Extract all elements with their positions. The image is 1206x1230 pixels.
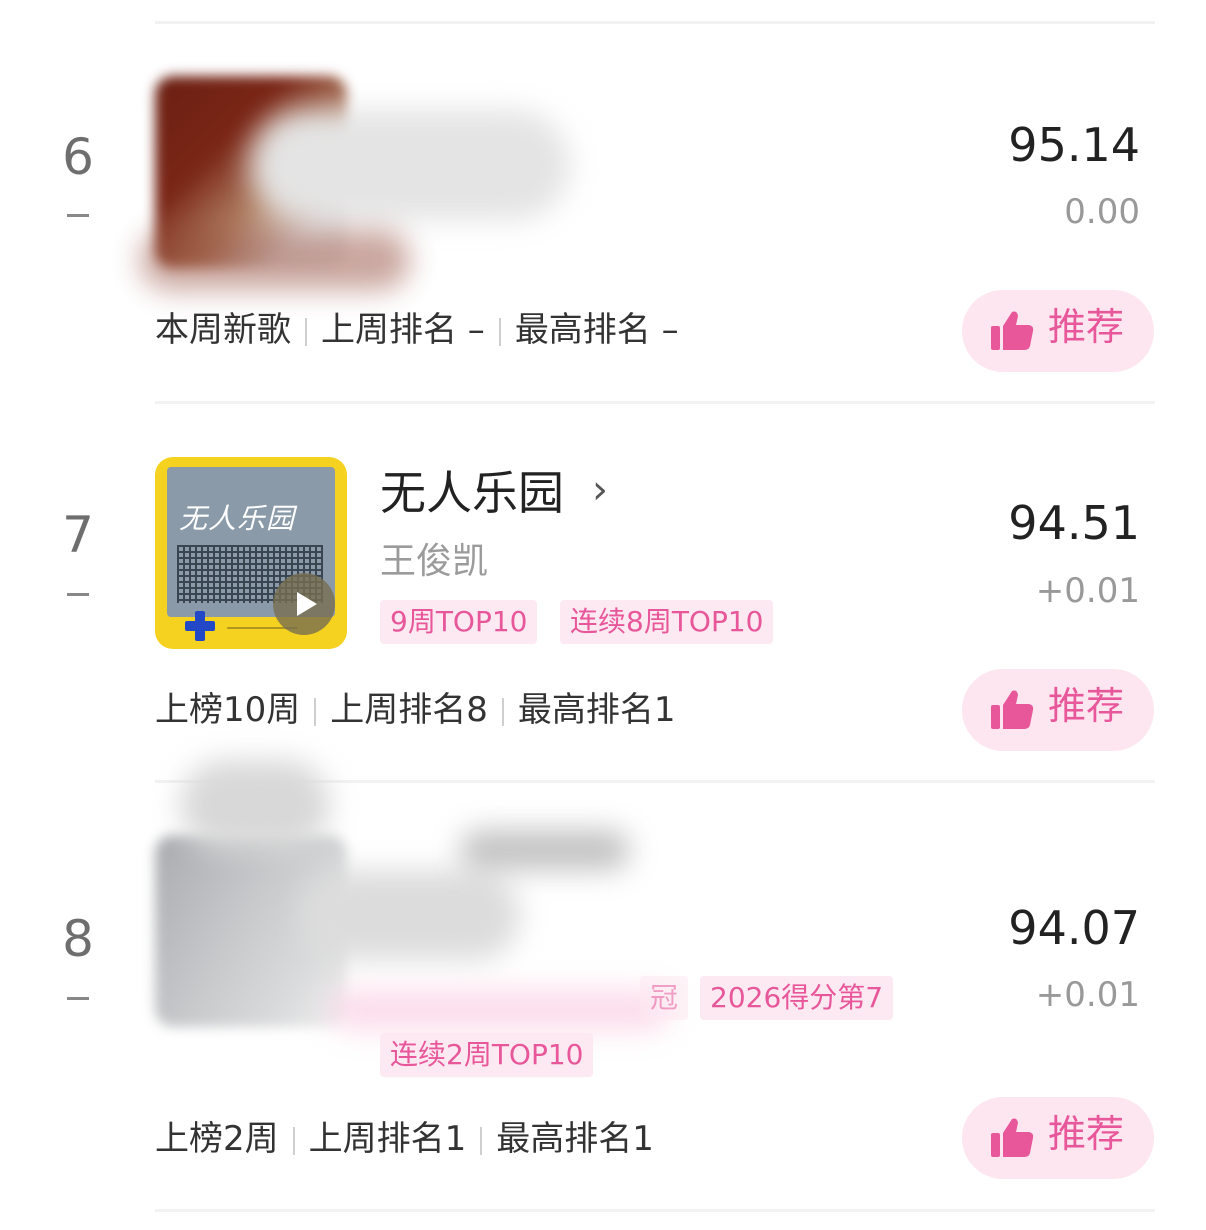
meta-peak: 最高排名1 (517, 690, 676, 730)
achievement-tag: 冠 (640, 976, 689, 1020)
score-delta: +0.01 (1035, 975, 1140, 1015)
meta-last-week: 上周排名1 (308, 1119, 467, 1159)
meta-separator (498, 317, 501, 346)
divider (155, 401, 1155, 404)
meta-separator (501, 697, 504, 726)
artist-name[interactable]: 王俊凯 (380, 544, 488, 580)
meta-weeks: 上榜2周 (155, 1119, 279, 1159)
meta-last-week: 上周排名 – (321, 310, 485, 350)
recommend-button[interactable]: 推荐 (962, 669, 1154, 751)
blur-smear (180, 760, 330, 850)
thumbs-up-icon (991, 1118, 1034, 1157)
chevron-right-icon[interactable]: › (592, 470, 608, 510)
meta-separator (305, 317, 307, 346)
meta-separator (480, 1126, 483, 1155)
play-icon[interactable] (273, 573, 335, 635)
rank-trend-flat-icon (67, 593, 89, 596)
recommend-label: 推荐 (1048, 1112, 1125, 1156)
meta-peak: 最高排名 – (514, 310, 679, 350)
meta-peak: 最高排名1 (496, 1119, 654, 1159)
rank-trend-flat-icon (67, 997, 89, 1000)
meta-separator (292, 1126, 295, 1155)
dpad-icon (185, 611, 215, 641)
divider (155, 21, 1155, 24)
album-cover[interactable]: 无人乐园 (155, 457, 347, 649)
thumbs-up-icon (991, 311, 1034, 350)
rank-trend-flat-icon (67, 214, 89, 217)
row-meta: 本周新歌 上周排名 – 最高排名 – (155, 313, 679, 347)
thumbs-up-icon (991, 690, 1034, 729)
meta-last-week: 上周排名8 (330, 690, 488, 730)
blur-smear (460, 830, 630, 870)
rank-number: 6 (62, 128, 94, 186)
achievement-tag: 2026得分第7 (700, 976, 894, 1020)
recommend-label: 推荐 (1048, 684, 1125, 728)
recommend-label: 推荐 (1048, 305, 1125, 349)
score-value: 95.14 (1008, 118, 1140, 172)
score-delta: +0.01 (1035, 571, 1140, 611)
rank-number: 7 (62, 506, 94, 564)
achievement-tag: 连续2周TOP10 (380, 1033, 594, 1077)
score-delta: 0.00 (1064, 192, 1140, 232)
row-meta: 上榜2周 上周排名1 最高排名1 (155, 1122, 654, 1156)
meta-separator (314, 697, 317, 726)
blur-smear (330, 990, 670, 1030)
score-value: 94.51 (1008, 496, 1140, 550)
achievement-tag: 9周TOP10 (380, 600, 538, 644)
divider (155, 1209, 1155, 1212)
recommend-button[interactable]: 推荐 (962, 1097, 1154, 1179)
song-title[interactable]: 无人乐园 (380, 470, 564, 516)
recommend-button[interactable]: 推荐 (962, 290, 1154, 372)
meta-weeks: 上榜10周 (155, 690, 301, 730)
row-meta: 上榜10周 上周排名8 最高排名1 (155, 693, 676, 727)
blur-smear (300, 870, 520, 960)
cover-script-title: 无人乐园 (179, 502, 296, 535)
meta-weeks: 本周新歌 (155, 310, 291, 350)
achievement-tag: 连续8周TOP10 (560, 600, 774, 644)
blur-smear (140, 230, 410, 290)
blur-smear (250, 110, 570, 220)
rank-number: 8 (62, 910, 94, 968)
score-value: 94.07 (1008, 901, 1140, 955)
